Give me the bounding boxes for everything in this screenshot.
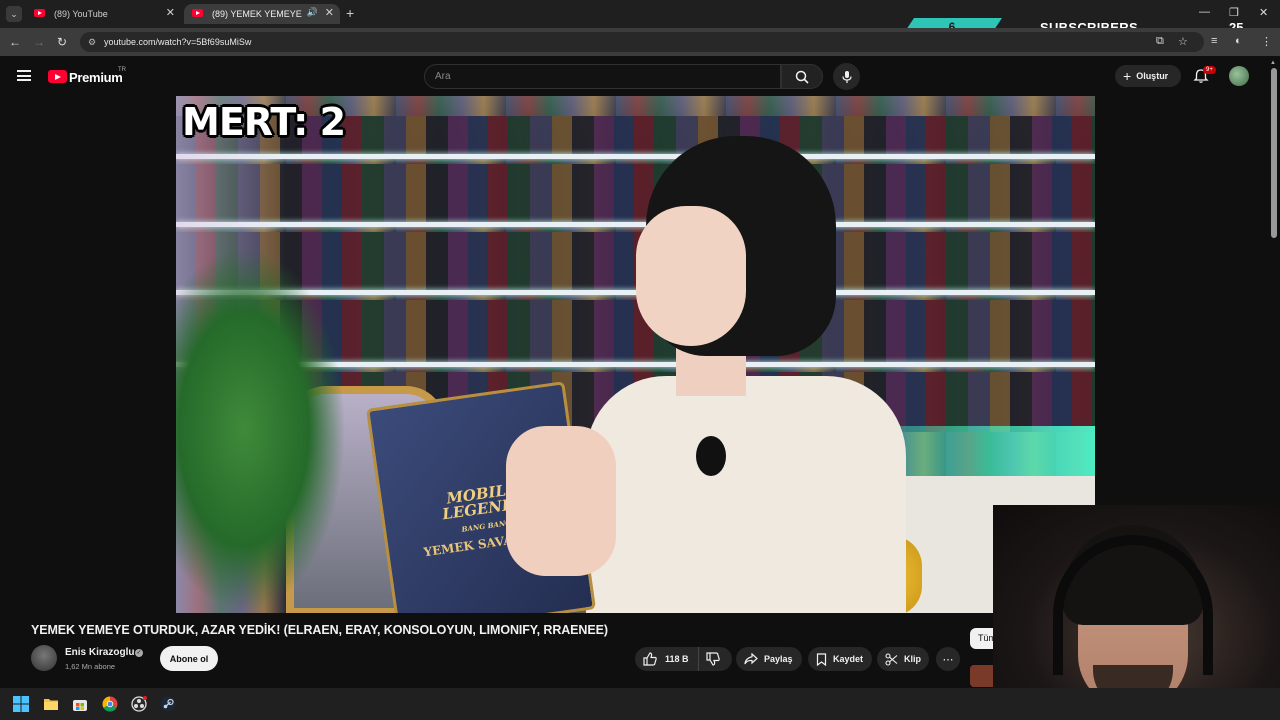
- face: [636, 206, 746, 346]
- youtube-brand[interactable]: Premium: [69, 70, 123, 85]
- browser-tab-video[interactable]: (89) YEMEK YEMEYE OTURDUK, AZAR YEDİK! (…: [184, 4, 340, 24]
- like-button[interactable]: 118 B: [635, 647, 699, 671]
- close-tab-icon[interactable]: ✕: [325, 6, 334, 19]
- steam-icon[interactable]: [160, 696, 176, 712]
- close-tab-icon[interactable]: ✕: [166, 6, 175, 19]
- streamer-woman: [586, 136, 906, 613]
- obs-icon[interactable]: [131, 696, 147, 712]
- site-info-icon[interactable]: ⚙: [88, 37, 96, 48]
- media-control-icon[interactable]: ≡: [1211, 35, 1217, 47]
- white-top: [586, 376, 906, 613]
- subscribe-button[interactable]: Abone ol: [160, 646, 218, 671]
- more-actions-button[interactable]: ⋯: [936, 647, 960, 671]
- scrollbar-thumb[interactable]: [1271, 68, 1277, 238]
- youtube-favicon-icon: [34, 9, 45, 17]
- thumbs-down-icon: [705, 652, 720, 666]
- country-code: TR: [118, 67, 126, 73]
- thumbs-up-icon: [643, 652, 657, 666]
- microphone-icon: [841, 70, 852, 83]
- profile-icon[interactable]: ◐: [1235, 35, 1242, 47]
- restore-icon[interactable]: ❐: [1229, 6, 1239, 19]
- search-button[interactable]: [781, 64, 823, 89]
- reload-icon[interactable]: ↻: [57, 35, 67, 49]
- tab-label: (89) YouTube: [54, 9, 108, 19]
- video-title: YEMEK YEMEYE OTURDUK, AZAR YEDİK! (ELRAE…: [31, 623, 608, 637]
- like-dislike-group: 118 B: [635, 647, 732, 671]
- clip-button[interactable]: Klip: [877, 647, 929, 671]
- video-player[interactable]: MOBILE LEGENDS BANG BANG YEMEK SAVAŞLARI…: [176, 96, 1095, 613]
- menu-icon[interactable]: [17, 70, 31, 81]
- minimize-icon[interactable]: —: [1199, 6, 1210, 18]
- search-icon: [795, 70, 809, 84]
- tab-search-button[interactable]: ⌄: [6, 6, 22, 22]
- file-explorer-icon[interactable]: [43, 696, 59, 712]
- back-icon[interactable]: ←: [9, 35, 21, 49]
- windows-start-icon[interactable]: [13, 696, 29, 712]
- speaker-icon[interactable]: 🔊: [307, 7, 318, 18]
- browser-tab-youtube[interactable]: (89) YouTube ✕: [26, 4, 181, 24]
- tab-label: (89) YEMEK YEMEYE OTURDUK, AZAR YEDİK! (…: [212, 9, 304, 19]
- youtube-favicon-icon: [192, 9, 203, 17]
- filter-chip[interactable]: Tüm: [970, 628, 993, 649]
- lapel-mic: [696, 436, 726, 476]
- plant: [176, 246, 346, 613]
- browser-menu-icon[interactable]: ⋮: [1261, 35, 1272, 48]
- save-button[interactable]: Kaydet: [808, 647, 872, 671]
- hands: [506, 426, 616, 576]
- youtube-header: Premium TR + Oluştur 9+: [0, 56, 1280, 96]
- channel-name[interactable]: Enis Kirazoglu: [65, 647, 134, 658]
- url-bar[interactable]: ⚙ youtube.com/watch?v=5Bf69suMiSw: [80, 32, 1204, 52]
- account-avatar[interactable]: [1229, 66, 1249, 86]
- verified-badge-icon: ✓: [135, 649, 143, 657]
- close-window-icon[interactable]: ✕: [1259, 6, 1268, 19]
- youtube-logo-icon[interactable]: [48, 70, 67, 83]
- search-box[interactable]: [424, 64, 781, 89]
- url-text[interactable]: youtube.com/watch?v=5Bf69suMiSw: [104, 37, 251, 47]
- chrome-icon[interactable]: [102, 696, 118, 712]
- install-app-icon[interactable]: ⧉: [1156, 35, 1164, 48]
- scissors-icon: [885, 652, 898, 666]
- search-input[interactable]: [425, 65, 780, 88]
- save-label: Kaydet: [833, 654, 864, 664]
- create-label: Oluştur: [1136, 71, 1169, 81]
- recommended-thumbnail[interactable]: [970, 665, 993, 687]
- bookmark-icon: [816, 652, 827, 666]
- store-icon[interactable]: [72, 696, 88, 712]
- plus-icon: +: [1123, 68, 1132, 84]
- bookmark-star-icon[interactable]: ☆: [1178, 35, 1188, 48]
- share-button[interactable]: Paylaş: [736, 647, 802, 671]
- forward-icon[interactable]: →: [33, 35, 45, 49]
- notification-badge: 9+: [1203, 66, 1216, 74]
- share-icon: [744, 653, 758, 665]
- share-label: Paylaş: [764, 654, 793, 664]
- score-overlay: MERT: 2: [182, 100, 346, 144]
- scroll-up-icon[interactable]: ▲: [1270, 60, 1276, 66]
- windows-taskbar: [0, 688, 1280, 720]
- dislike-button[interactable]: [699, 652, 732, 666]
- create-button[interactable]: + Oluştur: [1115, 65, 1181, 87]
- box-logo-subtext: BANG BANG: [461, 517, 512, 534]
- channel-avatar[interactable]: [31, 645, 57, 671]
- like-count: 118 B: [665, 654, 689, 664]
- new-tab-button[interactable]: +: [346, 5, 354, 21]
- address-bar-row: ← → ↻ ⚙ youtube.com/watch?v=5Bf69suMiSw …: [0, 28, 1280, 56]
- voice-search-button[interactable]: [833, 63, 860, 90]
- clip-label: Klip: [904, 654, 921, 664]
- channel-subscriber-count: 1,62 Mn abone: [65, 662, 116, 671]
